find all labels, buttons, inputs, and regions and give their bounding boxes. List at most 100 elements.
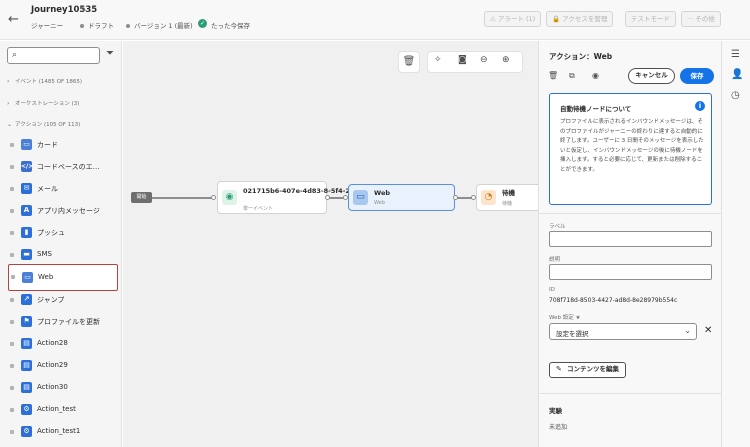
drag-handle-icon[interactable]	[10, 430, 14, 434]
drag-handle-icon[interactable]	[10, 209, 14, 213]
action-item-action29[interactable]: ▤ Action29	[8, 357, 118, 377]
web-config-value: 設定を選択	[556, 330, 589, 338]
close-icon[interactable]: ✕	[704, 325, 712, 336]
drag-handle-icon[interactable]	[10, 298, 14, 302]
alert-button[interactable]: ⚠ アラート (1)	[484, 11, 542, 27]
action-item-sms[interactable]: ▬ SMS	[8, 246, 118, 266]
divider	[539, 213, 721, 214]
chevron-down-icon: ⌄	[7, 121, 13, 128]
experiment-title: 実験	[549, 407, 562, 415]
drag-handle-icon[interactable]	[10, 386, 14, 390]
pencil-icon: ✎	[556, 365, 562, 373]
jump-icon: ↗	[21, 294, 32, 305]
filter-icon[interactable]: ⏷	[106, 48, 114, 59]
drag-handle-icon[interactable]	[10, 253, 14, 257]
info-title: 自動待機ノードについて	[560, 105, 632, 113]
test-mode-button[interactable]: テストモード	[625, 11, 676, 27]
auto-wait-info-box: 自動待機ノードについて i プロファイルに表示されるインバウンドメッセージは、そ…	[549, 93, 712, 205]
properties-sliders-icon[interactable]: ☰	[731, 49, 740, 60]
trash-icon[interactable]: 🗑	[398, 51, 420, 73]
web-config-select[interactable]: 設定を選択 ⌄	[549, 323, 697, 340]
arrow-left-icon[interactable]: ←	[8, 12, 19, 27]
action-item-code-based[interactable]: </> コードベースのエ…	[8, 158, 118, 178]
canvas-toolbar: ✧ ◙ ⊖ ⊕	[427, 51, 523, 73]
custom-action-gear-icon: ⚙	[21, 426, 32, 437]
info-body: プロファイルに表示されるインバウンドメッセージは、そのプロファイルがジャーニーの…	[560, 119, 704, 173]
journey-title: Journey10535	[31, 5, 98, 15]
pencil-icon[interactable]: ✎	[80, 5, 87, 14]
schedule-icon[interactable]: ◷	[731, 90, 740, 101]
camera-icon[interactable]: ◙	[458, 55, 467, 65]
action-item-web[interactable]: ▭ Web	[8, 264, 118, 291]
action-item-action30[interactable]: ▤ Action30	[8, 379, 118, 399]
action-item-action28[interactable]: ▤ Action28	[8, 335, 118, 355]
journey-type: ジャーニー	[31, 22, 64, 30]
custom-action-icon: ▤	[21, 382, 32, 393]
check-circle-icon: ✓	[198, 19, 207, 28]
zoom-in-icon[interactable]: ⊕	[502, 55, 510, 65]
clock-icon: ◔	[481, 190, 496, 205]
event-node[interactable]: ◉ 021715b6-407e-4d83-8-5f4-2c625d 単一イベント	[217, 181, 372, 214]
action-item-action-test[interactable]: ⚙ Action_test	[8, 401, 118, 421]
action-item-card[interactable]: ▭ カード	[8, 136, 118, 156]
action-item-email[interactable]: ✉ メール	[8, 180, 118, 200]
divider	[539, 393, 721, 394]
drag-handle-icon[interactable]	[10, 187, 14, 191]
drag-handle-icon[interactable]	[10, 408, 14, 412]
in-app-icon: A	[21, 205, 32, 216]
wait-node[interactable]: ◔ 待機 待機	[476, 184, 538, 211]
drag-handle-icon[interactable]	[10, 165, 14, 169]
action-item-in-app[interactable]: A アプリ内メッセージ	[8, 202, 118, 222]
drag-handle-icon[interactable]	[10, 342, 14, 346]
drag-handle-icon[interactable]	[10, 143, 14, 147]
chevron-right-icon: ›	[7, 100, 10, 107]
journey-status: ドラフト	[80, 20, 114, 30]
user-settings-icon[interactable]: 👤	[731, 69, 743, 80]
web-config-label: Web 設定 ★	[549, 315, 581, 321]
description-input[interactable]	[549, 264, 712, 280]
search-input[interactable]: ⌕	[7, 47, 100, 64]
action-item-push[interactable]: ▮ プッシュ	[8, 224, 118, 244]
code-icon: </>	[21, 161, 34, 172]
search-icon: ⌕	[12, 50, 18, 60]
mail-icon: ✉	[21, 183, 32, 194]
custom-action-gear-icon: ⚙	[21, 404, 32, 415]
version-dot-icon	[126, 24, 130, 28]
connector-port	[211, 195, 216, 200]
custom-action-icon: ▤	[21, 338, 32, 349]
edit-content-button[interactable]: ✎ コンテンツを編集	[549, 362, 626, 378]
section-events[interactable]: › イベント (1485 OF 1865)	[7, 77, 82, 85]
experiment-value: 未追加	[549, 424, 568, 431]
chevron-down-icon: ⌄	[684, 326, 691, 335]
zoom-out-icon[interactable]: ⊖	[480, 55, 488, 65]
manage-access-button[interactable]: 🔒 アクセスを管理	[546, 11, 614, 27]
description-field-label: 説明	[549, 257, 561, 263]
connector-line	[152, 197, 214, 199]
push-icon: ▮	[21, 227, 32, 238]
save-button[interactable]: 保存	[680, 68, 714, 84]
drag-handle-icon[interactable]	[11, 275, 15, 279]
drag-handle-icon[interactable]	[10, 364, 14, 368]
eye-icon[interactable]: ◉	[592, 71, 599, 80]
journey-canvas[interactable]: 🗑 ✧ ◙ ⊖ ⊕ 開始 ◉ 021715b6-407e-4d83-8-5f4-…	[123, 41, 538, 447]
section-actions[interactable]: ⌄ アクション (105 OF 113)	[7, 120, 80, 128]
app-header: ← Journey10535 ✎ ジャーニー ドラフト バージョン 1 (最新)…	[0, 0, 750, 40]
label-input[interactable]	[549, 231, 712, 247]
action-item-jump[interactable]: ↗ ジャンプ	[8, 291, 118, 311]
activity-palette: ⌕ ⏷ › イベント (1485 OF 1865) › オーケストレーション (3)…	[0, 41, 122, 447]
drag-handle-icon[interactable]	[10, 231, 14, 235]
duplicate-icon[interactable]: ⧉	[569, 71, 575, 81]
trash-icon[interactable]: 🗑	[548, 71, 558, 80]
profile-update-icon: ⚑	[21, 316, 32, 327]
section-orchestration[interactable]: › オーケストレーション (3)	[7, 99, 79, 107]
action-item-action-test1[interactable]: ⚙ Action_test1	[8, 423, 118, 443]
drag-handle-icon[interactable]	[10, 320, 14, 324]
id-label: ID	[549, 287, 555, 293]
web-icon: ▭	[353, 190, 368, 205]
web-node[interactable]: ▭ Web Web	[348, 184, 455, 211]
cancel-button[interactable]: キャンセル	[628, 68, 675, 84]
magic-wand-icon[interactable]: ✧	[434, 55, 442, 65]
more-button[interactable]: ··· その他	[681, 11, 721, 27]
start-node[interactable]: 開始	[131, 192, 152, 203]
action-item-update-profile[interactable]: ⚑ プロファイルを更新	[8, 313, 118, 333]
